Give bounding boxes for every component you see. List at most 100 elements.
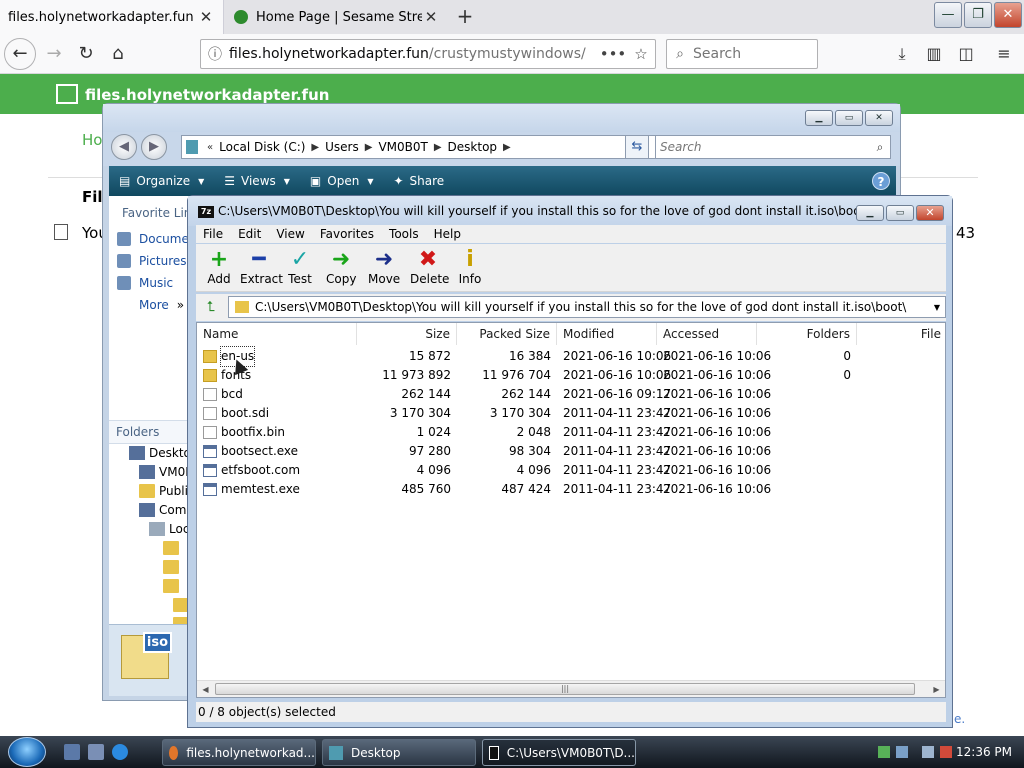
menu-tools[interactable]: Tools [382,227,427,241]
reload-button[interactable]: ↻ [72,40,100,68]
column-size[interactable]: Size [357,323,457,345]
favorite-documents[interactable]: Documents [117,230,190,248]
downloads-icon[interactable]: ⤓ [888,40,916,68]
forward-button[interactable]: → [40,40,68,68]
favorite-music[interactable]: Music [117,274,173,292]
explorer-minimize-button[interactable]: ▁ [805,110,833,126]
taskbar-firefox[interactable]: files.holynetworkad... [162,739,316,766]
add-button[interactable]: + Add [204,248,234,287]
explorer-search-box[interactable]: Search ⌕ [655,135,891,159]
info-button[interactable]: i Info [458,248,482,287]
copy-button[interactable]: ➜ Copy [326,248,356,287]
close-icon[interactable]: ✕ [422,8,440,26]
tree-user[interactable]: VM0B0T [139,463,190,481]
restore-button[interactable]: ❐ [964,2,992,28]
browser-search-bar[interactable]: ⌕ [666,39,818,69]
7zip-minimize-button[interactable]: ▁ [856,205,884,221]
menu-edit[interactable]: Edit [231,227,269,241]
file-row-memtest-exe[interactable]: memtest.exe 485 760 487 424 2011-04-11 23:4… [197,480,945,499]
tray-volume-icon[interactable] [940,746,952,758]
extract-button[interactable]: ━ Extract [240,248,283,287]
taskbar-desktop[interactable]: Desktop [322,739,476,766]
sidebar-icon[interactable]: ◫ [952,40,980,68]
taskbar-clock[interactable]: 12:36 PM [956,745,1012,759]
tree-folder[interactable] [163,558,183,576]
site-name[interactable]: files.holynetworkadapter.fun [85,86,329,104]
bookmark-star-icon[interactable]: ☆ [627,45,655,63]
tree-computer[interactable]: Computer [139,501,190,519]
switch-windows-icon[interactable] [88,744,104,760]
file-row-bootsect-exe[interactable]: bootsect.exe 97 280 98 304 2011-04-11 23:47… [197,442,945,461]
explorer-back-button[interactable]: ◀ [111,134,137,160]
column-packed-size[interactable]: Packed Size [457,323,557,345]
folders-title[interactable]: Folders [109,420,190,444]
minimize-button[interactable]: — [934,2,962,28]
menu-file[interactable]: File [196,227,231,241]
share-button[interactable]: ✦ Share [383,166,454,196]
file-row-etfsboot-com[interactable]: etfsboot.com 4 096 4 096 2011-04-11 23:47 20… [197,461,945,480]
explorer-forward-button[interactable]: ▶ [141,134,167,160]
show-desktop-icon[interactable] [64,744,80,760]
more-links-button[interactable]: More» [139,296,184,314]
start-button[interactable] [8,737,46,767]
help-icon[interactable]: ? [872,172,890,190]
chevron-down-icon[interactable]: ▼ [929,303,945,312]
tree-folder[interactable] [163,577,183,595]
column-modified[interactable]: Modified [557,323,657,345]
tree-public[interactable]: Public [139,482,190,500]
tray-device-icon[interactable] [896,746,908,758]
test-button[interactable]: ✓ Test [286,248,314,287]
column-accessed[interactable]: Accessed [657,323,757,345]
close-window-button[interactable]: ✕ [994,2,1022,28]
column-files[interactable]: File [857,323,945,345]
7zip-close-button[interactable]: ✕ [916,205,944,221]
back-button[interactable]: ← [4,38,36,70]
favorite-pictures[interactable]: Pictures [117,252,187,270]
folder-up-icon[interactable]: ⮤ [200,297,222,317]
file-list[interactable]: Name Size Packed Size Modified Accessed … [196,322,946,698]
horizontal-scrollbar[interactable]: ◀ ||| ▶ [197,680,945,697]
breadcrumb-local-disk[interactable]: Local Disk (C:) [216,140,308,154]
views-button[interactable]: ☰ Views ▼ [214,166,300,196]
tray-connection-icon[interactable] [922,746,934,758]
info-icon[interactable]: ⓘ [201,44,229,64]
file-row-boot-sdi[interactable]: boot.sdi 3 170 304 3 170 304 2011-04-11 23:… [197,404,945,423]
home-button[interactable]: ⌂ [104,40,132,68]
tree-folder[interactable] [163,539,183,557]
page-actions-icon[interactable]: ••• [599,45,627,63]
menu-icon[interactable]: ≡ [990,40,1018,68]
delete-button[interactable]: ✖ Delete [410,248,449,287]
menu-favorites[interactable]: Favorites [313,227,382,241]
scroll-left-icon[interactable]: ◀ [197,681,214,697]
path-combobox[interactable]: C:\Users\VM0B0T\Desktop\You will kill yo… [228,296,946,318]
url-bar[interactable]: ⓘ files.holynetworkadapter.fun /crustymu… [200,39,656,69]
breadcrumb-overflow-icon[interactable]: « [204,142,216,153]
close-icon[interactable]: ✕ [197,8,215,26]
breadcrumb-users[interactable]: Users [322,140,362,154]
chevron-right-icon[interactable]: ▶ [362,142,376,153]
move-button[interactable]: ➜ Move [368,248,400,287]
column-folders[interactable]: Folders [757,323,857,345]
scroll-right-icon[interactable]: ▶ [928,681,945,697]
refresh-icon[interactable]: ⇆ [625,135,649,159]
file-row-bootfix-bin[interactable]: bootfix.bin 1 024 2 048 2011-04-11 23:47 202… [197,423,945,442]
open-button[interactable]: ▣ Open ▼ [300,166,384,196]
menu-view[interactable]: View [269,227,312,241]
search-icon[interactable]: ⌕ [870,140,890,155]
tray-network-icon[interactable] [878,746,890,758]
file-row-bcd[interactable]: bcd 262 144 262 144 2021-06-16 09:17 2021-06… [197,385,945,404]
explorer-maximize-button[interactable]: ▭ [835,110,863,126]
file-row-fonts[interactable]: fonts 11 973 892 11 976 704 2021-06-16 10:0… [197,366,945,385]
taskbar-7zip[interactable]: C:\Users\VM0B0T\D... [482,739,636,766]
breadcrumb-desktop[interactable]: Desktop [445,140,501,154]
7zip-maximize-button[interactable]: ▭ [886,205,914,221]
chevron-right-icon[interactable]: ▶ [431,142,445,153]
explorer-title-bar[interactable]: ▁ ▭ ✕ [103,104,900,132]
new-tab-button[interactable]: + [452,4,478,30]
menu-help[interactable]: Help [427,227,469,241]
breadcrumb-user[interactable]: VM0B0T [375,140,430,154]
library-icon[interactable]: ▥ [920,40,948,68]
scroll-thumb[interactable]: ||| [215,683,915,695]
chevron-right-icon[interactable]: ▶ [500,142,514,153]
tree-desktop[interactable]: Desktop [129,444,190,462]
